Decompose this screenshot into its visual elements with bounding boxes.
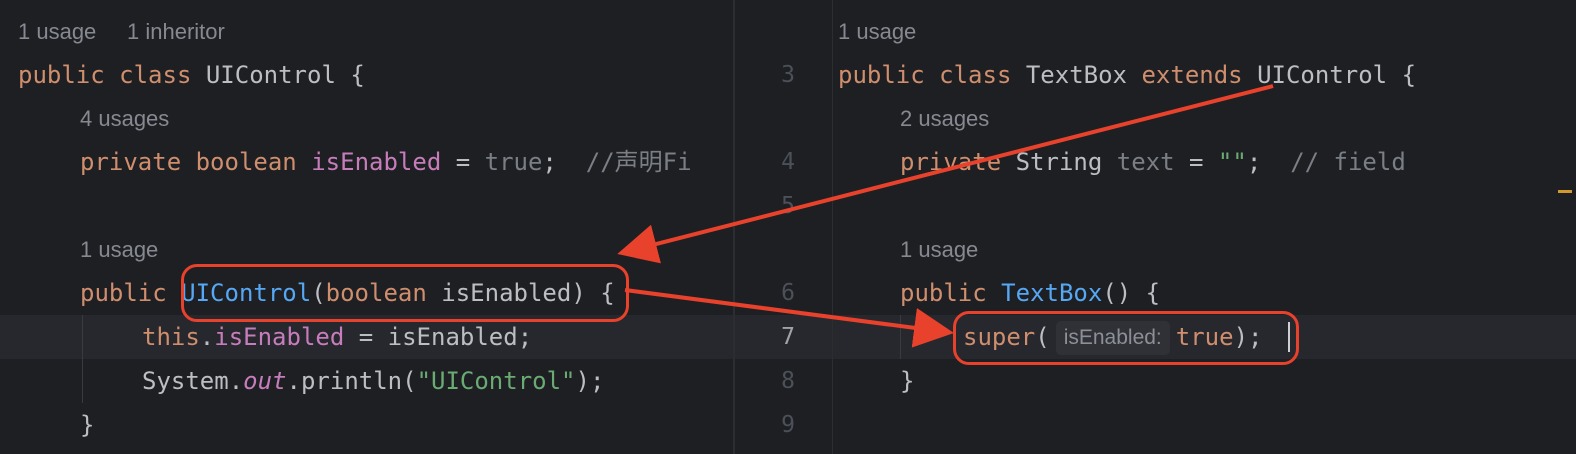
right-editor-pane[interactable]: 3 4 5 6 7 8 9 1 usage public class TextB… bbox=[735, 0, 1576, 454]
code-line-close-brace[interactable]: } bbox=[80, 403, 94, 447]
scrollbar-marker[interactable] bbox=[1558, 190, 1572, 193]
code-line-field-decl[interactable]: private boolean isEnabled = true; //声明Fi bbox=[80, 140, 692, 184]
code-line-println[interactable]: System.out.println("UIControl"); bbox=[142, 359, 604, 403]
highlight-box-constructor bbox=[181, 264, 629, 322]
parent-class-name[interactable]: UIControl bbox=[1257, 61, 1387, 89]
usage-hint-ctor[interactable]: 1 usage bbox=[80, 228, 158, 272]
line-number[interactable]: 9 bbox=[735, 403, 795, 447]
line-number[interactable]: 4 bbox=[735, 140, 795, 184]
gutter-separator bbox=[832, 0, 833, 454]
code-line-close-brace[interactable]: } bbox=[900, 359, 914, 403]
line-number[interactable]: 5 bbox=[735, 184, 795, 228]
constructor-name[interactable]: TextBox bbox=[1001, 279, 1102, 307]
comment: // field bbox=[1290, 148, 1406, 176]
class-name[interactable]: UIControl bbox=[206, 61, 336, 89]
usage-hint-ctor[interactable]: 1 usage bbox=[900, 228, 978, 272]
class-name[interactable]: TextBox bbox=[1026, 61, 1127, 89]
code-line-class-decl[interactable]: public class TextBox extends UIControl { bbox=[838, 53, 1416, 97]
usages-hint[interactable]: 4 usages bbox=[80, 97, 169, 141]
code-line-constructor[interactable]: public TextBox() { bbox=[900, 271, 1160, 315]
usage-hint[interactable]: 1 usage bbox=[18, 10, 96, 54]
usages-hint[interactable]: 2 usages bbox=[900, 97, 989, 141]
indent-guide bbox=[82, 315, 83, 403]
code-line-field-decl[interactable]: private String text = ""; // field bbox=[900, 140, 1406, 184]
line-number-current[interactable]: 7 bbox=[735, 315, 795, 359]
highlight-box-super-call bbox=[953, 311, 1299, 365]
code-line-class-decl[interactable]: public class UIControl { bbox=[18, 53, 365, 97]
line-number[interactable]: 6 bbox=[735, 271, 795, 315]
inheritor-hint[interactable]: 1 inheritor bbox=[127, 10, 225, 54]
field-name[interactable]: isEnabled bbox=[311, 148, 441, 176]
line-number[interactable]: 3 bbox=[735, 53, 795, 97]
indent-guide bbox=[900, 315, 901, 359]
comment: //声明Fi bbox=[585, 148, 692, 176]
field-name[interactable]: text bbox=[1117, 148, 1175, 176]
line-number[interactable]: 8 bbox=[735, 359, 795, 403]
left-editor-pane[interactable]: 1 usage 1 inheritor public class UIContr… bbox=[0, 0, 733, 454]
usage-hint[interactable]: 1 usage bbox=[838, 10, 916, 54]
